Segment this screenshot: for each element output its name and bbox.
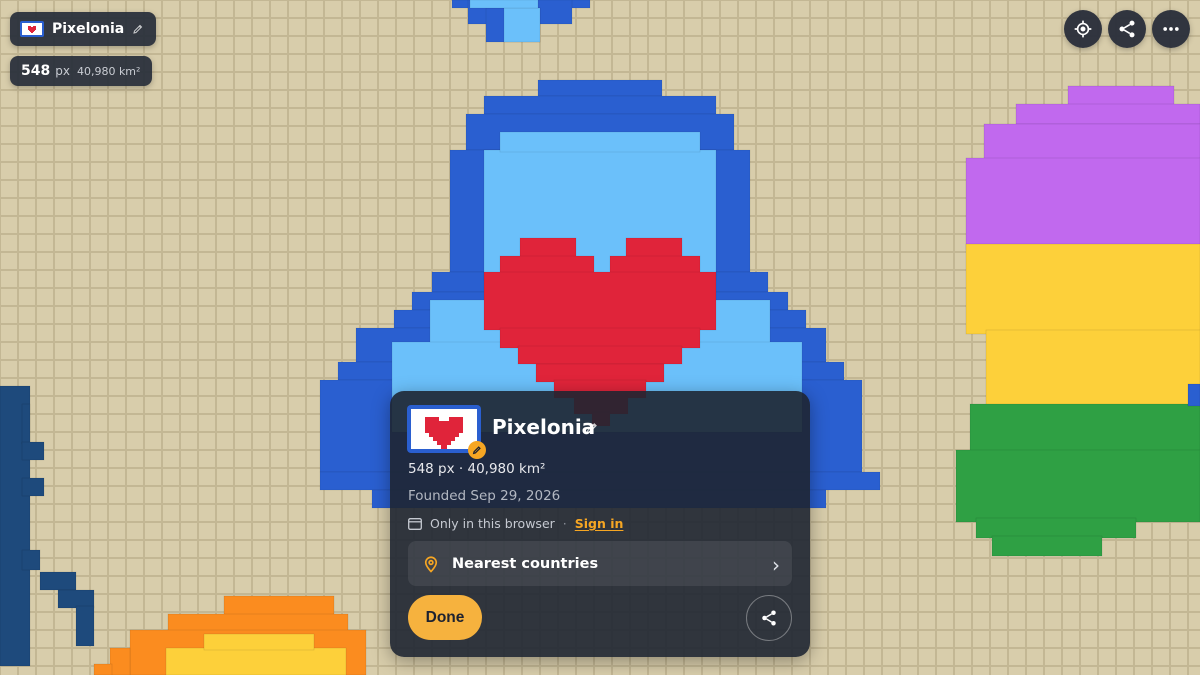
- storage-text: Only in this browser: [430, 516, 555, 531]
- done-button[interactable]: Done: [408, 595, 482, 640]
- pencil-icon: [472, 446, 481, 455]
- country-right-tricolor: [955, 85, 1200, 557]
- browser-window-icon: [408, 517, 422, 530]
- nearest-countries-button[interactable]: Nearest countries ›: [408, 541, 792, 586]
- more-button[interactable]: [1152, 10, 1190, 48]
- chevron-right-icon: ›: [772, 553, 780, 577]
- map-pin-icon: [424, 556, 438, 573]
- share-icon: [1119, 20, 1135, 38]
- more-horizontal-icon: [1163, 27, 1179, 31]
- separator: ·: [562, 516, 567, 531]
- share-icon: [762, 610, 776, 626]
- pixel-unit: px: [55, 64, 70, 78]
- crosshair-icon: [1074, 20, 1092, 38]
- country-details-panel: Pixelonia 548 px · 40,980 km² Founded Se…: [390, 391, 810, 657]
- locate-button[interactable]: [1064, 10, 1102, 48]
- area-value: 40,980 km²: [76, 64, 141, 78]
- share-country-button[interactable]: [746, 595, 792, 641]
- share-button[interactable]: [1108, 10, 1146, 48]
- country-name-chip[interactable]: Pixelonia: [10, 12, 157, 46]
- founded-date: Founded Sep 29, 2026: [408, 488, 561, 504]
- country-flag-icon: [20, 21, 44, 37]
- edit-flag-button[interactable]: [468, 441, 486, 459]
- storage-notice: Only in this browser · Sign in: [408, 516, 623, 531]
- sign-in-link[interactable]: Sign in: [575, 516, 624, 531]
- pixel-count: 548: [21, 63, 51, 79]
- country-stats-line: 548 px · 40,980 km²: [408, 461, 546, 477]
- pencil-icon[interactable]: [132, 23, 144, 35]
- country-stats-chip: 548 px 40,980 km²: [10, 56, 153, 86]
- country-name-label: Pixelonia: [52, 21, 125, 37]
- pencil-icon[interactable]: [585, 421, 599, 435]
- nearest-countries-label: Nearest countries: [452, 555, 599, 572]
- country-title: Pixelonia: [492, 415, 596, 439]
